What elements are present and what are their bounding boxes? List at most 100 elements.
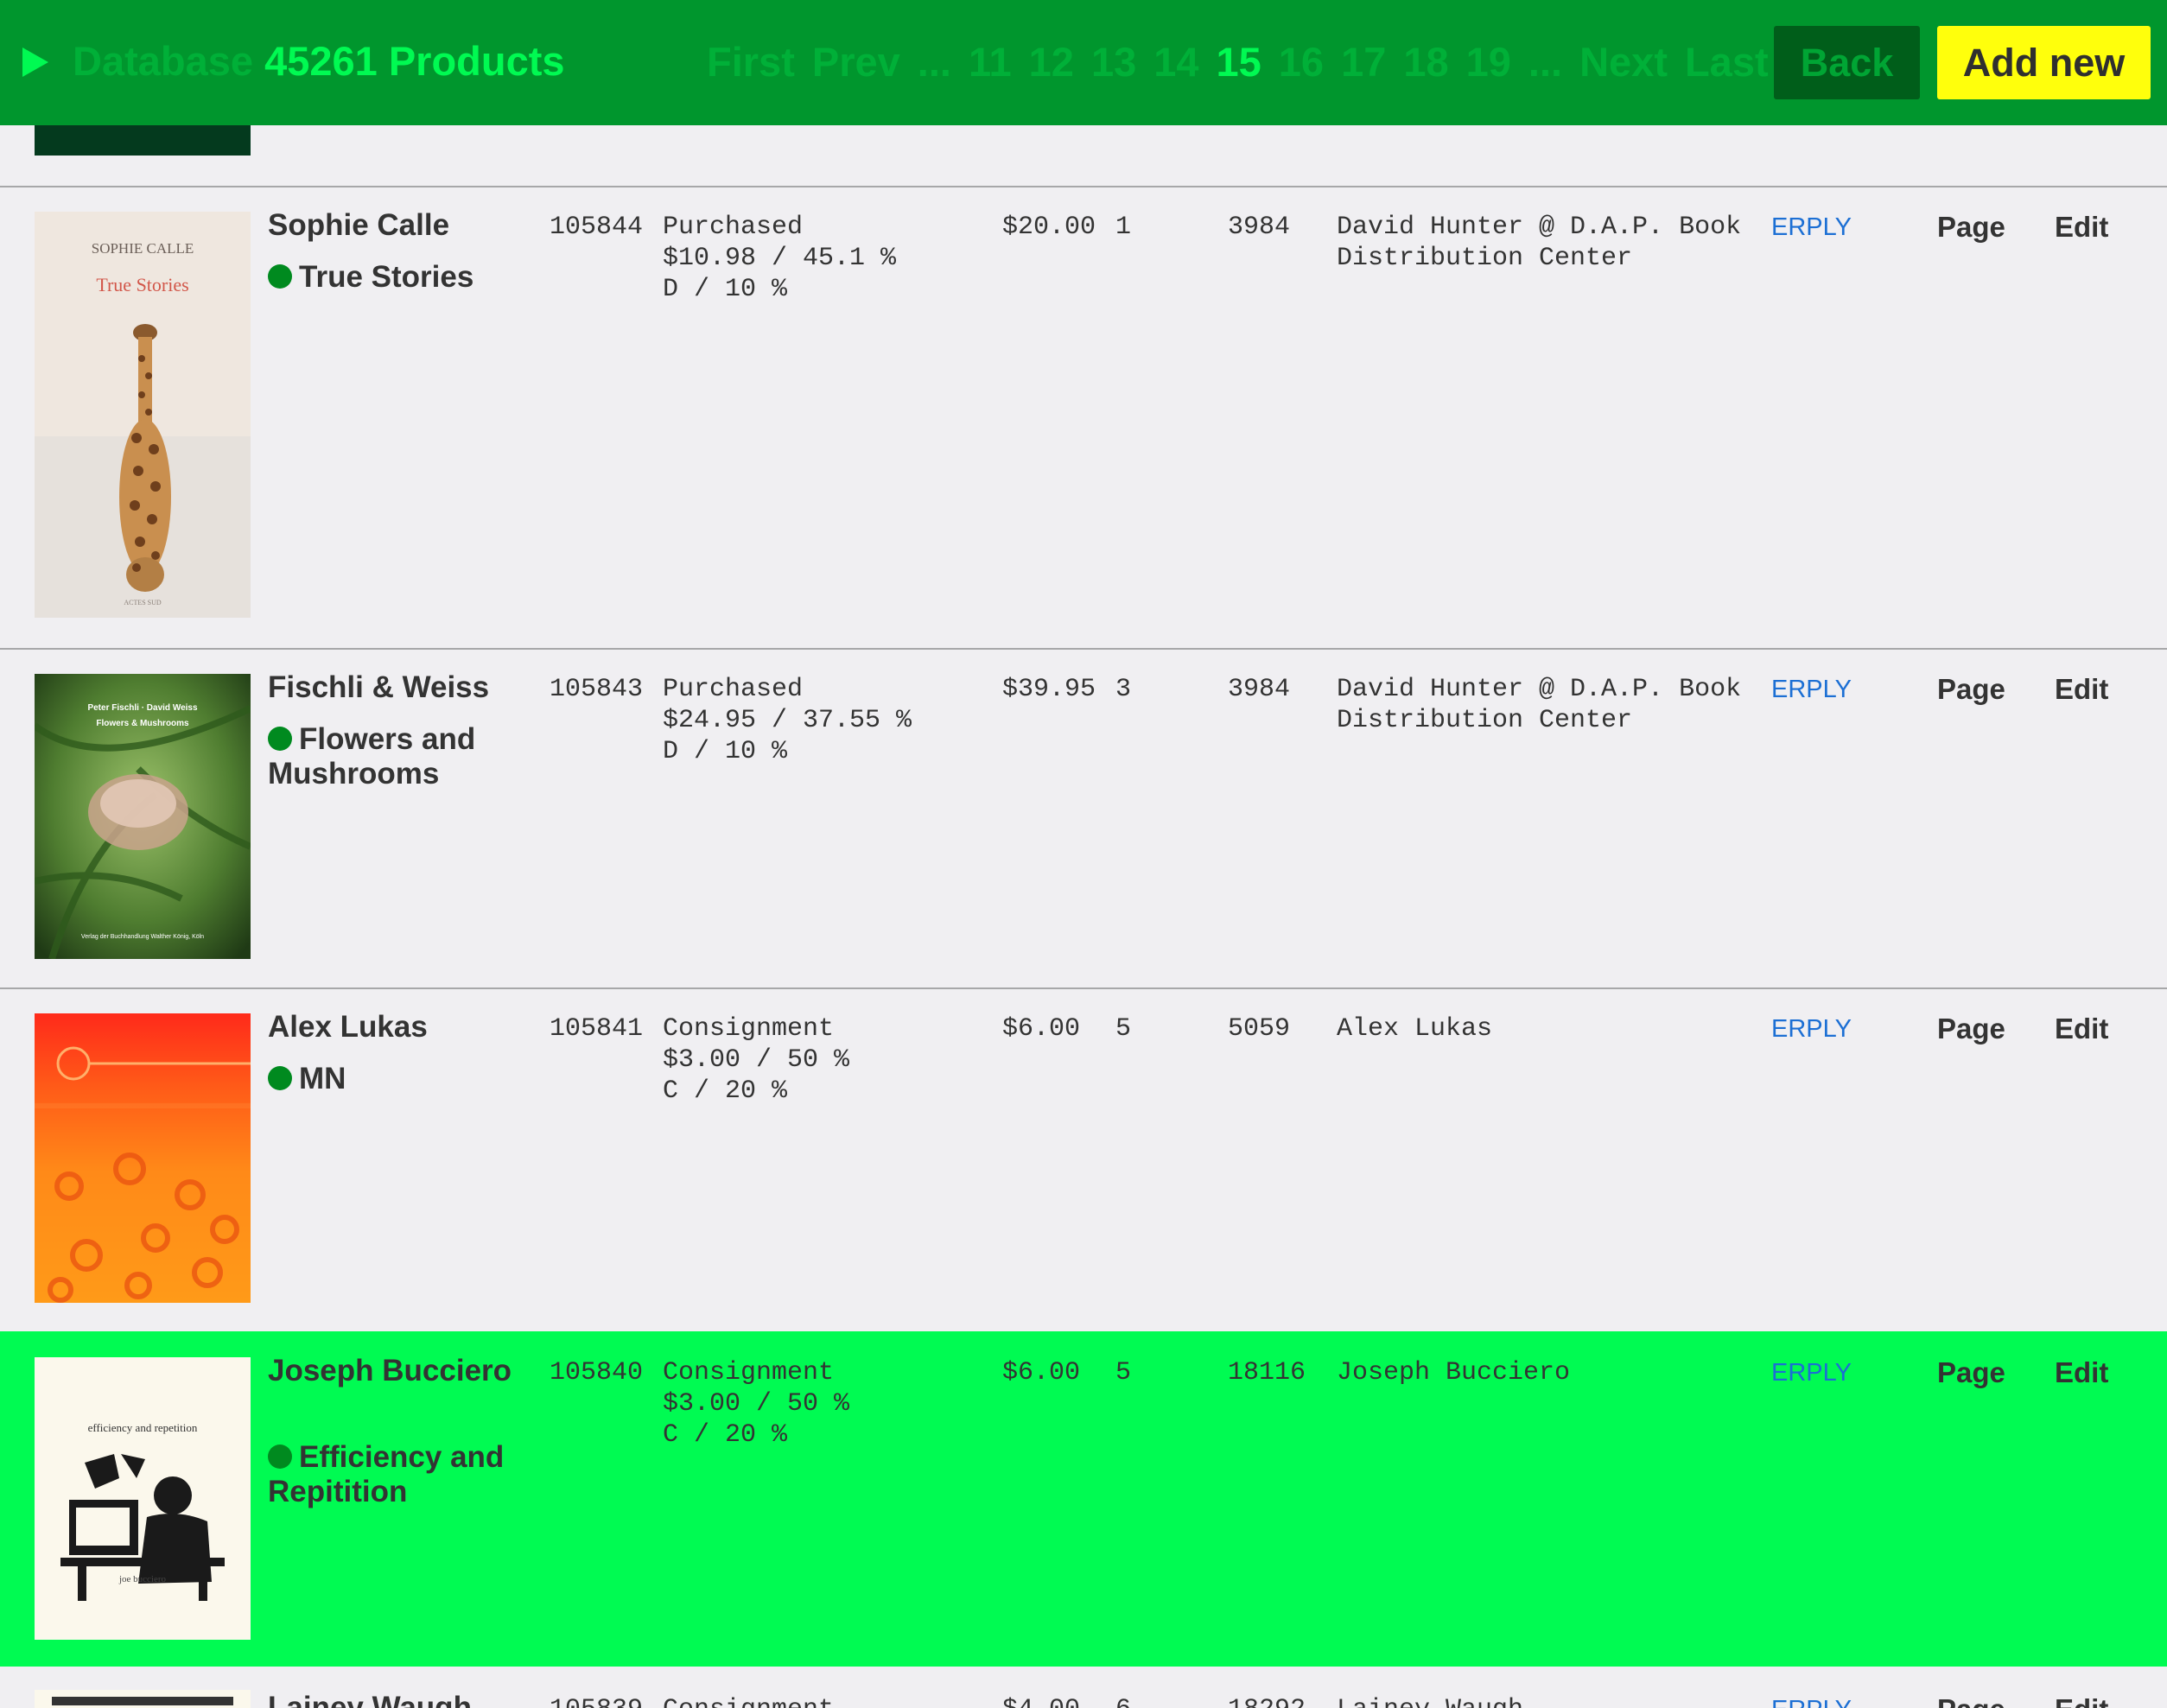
product-quantity: 5	[1115, 1014, 1132, 1044]
vendor-name: David Hunter @ D.A.P. Book	[1337, 675, 1742, 704]
vendor-id: 5059	[1228, 1014, 1291, 1044]
product-quantity: 3	[1115, 675, 1132, 704]
product-price: $4.00	[1002, 1694, 1080, 1708]
page-link[interactable]: Page	[1937, 1357, 2005, 1388]
product-author[interactable]: Fischli & Weiss	[268, 670, 527, 705]
back-button[interactable]: Back	[1774, 26, 1920, 99]
product-author[interactable]: Alex Lukas	[268, 1010, 527, 1044]
product-cover-partial[interactable]	[35, 121, 251, 156]
product-id: 105843	[550, 675, 644, 704]
pager-page[interactable]: 12	[1029, 38, 1074, 86]
pager-page[interactable]: 13	[1091, 38, 1136, 86]
product-quantity: 6	[1115, 1694, 1131, 1708]
discount-class: C / 20 %	[663, 1420, 788, 1450]
product-cover[interactable]	[35, 1690, 251, 1708]
product-title-text: True Stories	[299, 260, 474, 294]
cover-author-text: Peter Fischli · David Weiss	[87, 703, 198, 713]
page-link[interactable]: Page	[1937, 212, 2005, 243]
database-label: Database	[73, 38, 253, 84]
erply-link[interactable]: ERPLY	[1771, 1013, 1852, 1044]
product-author[interactable]: Joseph Bucciero	[268, 1354, 527, 1388]
product-row-selected: efficiency and repetition joe bucciero J…	[0, 1331, 2167, 1667]
edit-link[interactable]: Edit	[2055, 212, 2108, 243]
product-cover[interactable]: SOPHIE CALLE True Stories ACTES SUD	[35, 212, 251, 618]
erply-link[interactable]: ERPLY	[1771, 674, 1852, 705]
product-author[interactable]: Sophie Calle	[268, 208, 527, 243]
cost-margin: $10.98 / 45.1 %	[663, 244, 897, 273]
product-row: Lainey Waugh 105839 Consignment $4.00 6 …	[0, 1667, 2167, 1708]
vendor-name: Alex Lukas	[1337, 1014, 1493, 1044]
cover-author-text: SOPHIE CALLE	[92, 240, 194, 257]
add-new-button[interactable]: Add new	[1937, 26, 2151, 99]
product-title[interactable]: MN	[268, 1062, 527, 1096]
database-title: Database 45261 Products	[73, 31, 565, 92]
erply-link[interactable]: ERPLY	[1771, 1357, 1852, 1388]
vendor-id: 3984	[1228, 675, 1291, 704]
product-cover[interactable]	[35, 1013, 251, 1303]
product-quantity: 1	[1115, 213, 1132, 242]
edit-link[interactable]: Edit	[2055, 1357, 2108, 1388]
vendor-name: David Hunter @ D.A.P. Book	[1337, 213, 1742, 242]
page-link[interactable]: Page	[1937, 1013, 2005, 1044]
erply-link[interactable]: ERPLY	[1771, 1694, 1852, 1708]
product-price: $39.95	[1002, 675, 1096, 704]
page-link[interactable]: Page	[1937, 1694, 2005, 1708]
product-cover[interactable]: efficiency and repetition joe bucciero	[35, 1357, 251, 1640]
product-id: 105844	[550, 213, 644, 242]
product-title[interactable]: Flowers and Mushrooms	[268, 722, 527, 791]
pager-page[interactable]: 19	[1466, 38, 1511, 86]
pager-ellipsis: ...	[917, 38, 951, 85]
pager-current-page: 15	[1216, 38, 1261, 85]
acquisition-type: Consignment	[663, 1014, 835, 1044]
cover-publisher-text: joe bucciero	[118, 1574, 167, 1584]
pager-ellipsis: ...	[1528, 38, 1563, 85]
pager-prev[interactable]: Prev	[812, 38, 900, 86]
product-price: $6.00	[1002, 1014, 1081, 1044]
product-title-text: MN	[299, 1062, 346, 1095]
flowers-mushrooms-cover-art: Peter Fischli · David Weiss Flowers & Mu…	[35, 674, 251, 959]
product-title[interactable]: True Stories	[268, 260, 527, 295]
vendor-id: 18116	[1228, 1358, 1306, 1387]
discount-class: D / 10 %	[663, 737, 788, 766]
cover-publisher-text: ACTES SUD	[124, 599, 162, 606]
product-title[interactable]: Efficiency and Repitition	[268, 1440, 527, 1509]
mn-cover-art	[35, 1046, 251, 1303]
page-link[interactable]: Page	[1937, 674, 2005, 705]
product-author[interactable]: Lainey Waugh	[268, 1691, 527, 1708]
product-row: SOPHIE CALLE True Stories ACTES SUD Soph…	[0, 186, 2167, 648]
cover-title-text: efficiency and repetition	[88, 1421, 198, 1434]
pager-last[interactable]: Last	[1685, 38, 1769, 86]
pager-page[interactable]: 17	[1341, 38, 1386, 86]
product-row: Alex Lukas MN 105841 Consignment $3.00 /…	[0, 987, 2167, 1331]
edit-link[interactable]: Edit	[2055, 1013, 2108, 1044]
cost-margin: $3.00 / 50 %	[663, 1045, 850, 1075]
edit-link[interactable]: Edit	[2055, 674, 2108, 705]
giraffe-cover-art: SOPHIE CALLE True Stories ACTES SUD	[35, 212, 251, 618]
discount-class: C / 20 %	[663, 1076, 788, 1106]
cost-margin: $3.00 / 50 %	[663, 1389, 850, 1419]
status-dot-icon	[268, 1066, 292, 1090]
vendor-name: Lainey Waugh	[1337, 1694, 1523, 1708]
vendor-name: Joseph Bucciero	[1337, 1358, 1571, 1387]
erply-link[interactable]: ERPLY	[1771, 212, 1852, 243]
pager-first[interactable]: First	[707, 38, 795, 86]
product-id: 105839	[550, 1694, 643, 1708]
cover-title-text: True Stories	[96, 274, 188, 295]
pager-page[interactable]: 11	[969, 38, 1012, 86]
status-dot-icon	[268, 264, 292, 289]
cost-margin: $24.95 / 37.55 %	[663, 706, 912, 735]
vendor-id: 3984	[1228, 213, 1291, 242]
pager-page[interactable]: 18	[1403, 38, 1448, 86]
play-icon[interactable]	[22, 48, 48, 77]
status-dot-icon	[268, 727, 292, 751]
product-id: 105841	[550, 1014, 644, 1044]
edit-link[interactable]: Edit	[2055, 1694, 2108, 1708]
product-price: $6.00	[1002, 1358, 1081, 1387]
pager-page[interactable]: 14	[1153, 38, 1198, 86]
pager-next[interactable]: Next	[1579, 38, 1668, 86]
acquisition-type: Purchased	[663, 213, 804, 242]
acquisition-type: Consignment	[663, 1694, 834, 1708]
product-cover[interactable]: Peter Fischli · David Weiss Flowers & Mu…	[35, 674, 251, 959]
pager-page[interactable]: 16	[1279, 38, 1324, 86]
vendor-name-cont: Distribution Center	[1337, 706, 1633, 735]
